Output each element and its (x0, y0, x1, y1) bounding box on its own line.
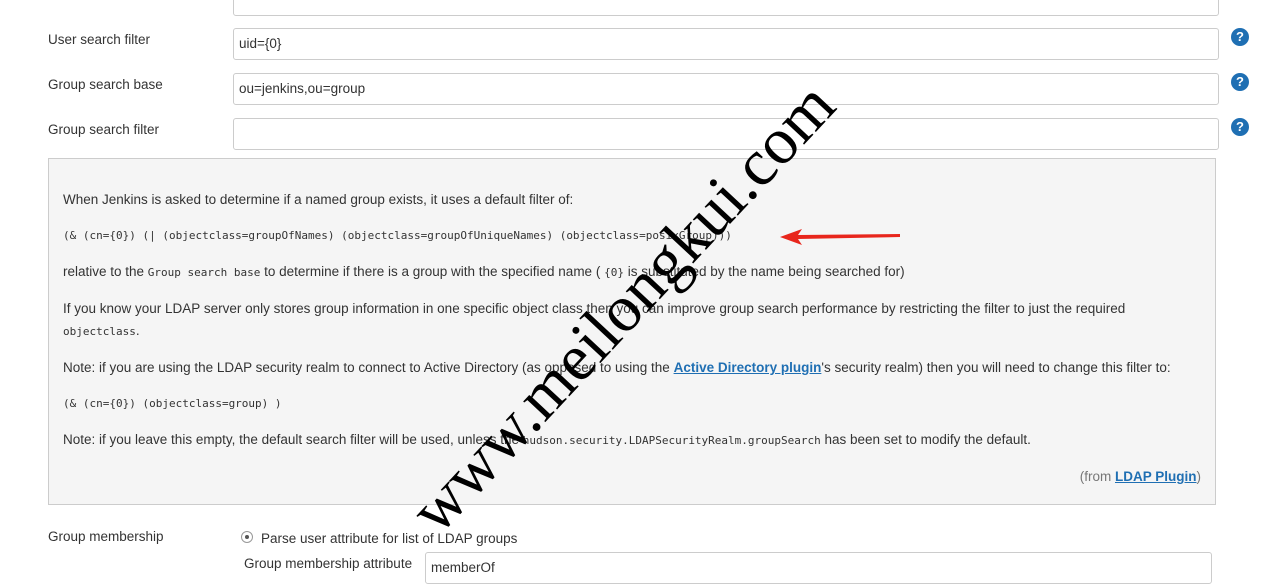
ad-filter-code: (& (cn={0}) (objectclass=group) ) (63, 397, 282, 410)
text: (from (1079, 469, 1115, 484)
group-search-filter-label: Group search filter (48, 122, 160, 137)
code: {0} (604, 266, 624, 279)
red-arrow-annotation (780, 229, 900, 245)
text: to determine if there is a group with th… (260, 264, 605, 279)
group-membership-attribute-label: Group membership attribute (244, 556, 413, 571)
help-text: If you know your LDAP server only stores… (63, 298, 1201, 343)
code: objectclass (63, 325, 136, 338)
user-search-filter-label: User search filter (48, 32, 151, 47)
help-text: Note: if you leave this empty, the defau… (63, 429, 1201, 452)
top-input-partial[interactable] (233, 0, 1219, 16)
radio-label: Parse user attribute for list of LDAP gr… (261, 531, 518, 546)
group-search-base-input[interactable]: ou=jenkins,ou=group (233, 73, 1219, 105)
text: is substituted by the name being searche… (623, 264, 905, 279)
default-filter-code: (& (cn={0}) (| (objectclass=groupOfNames… (63, 229, 732, 242)
group-membership-attribute-input[interactable]: memberOf (425, 552, 1212, 584)
radio-parse-user-attribute[interactable] (241, 531, 253, 543)
question-circle-icon[interactable]: ? (1231, 28, 1249, 46)
question-circle-icon[interactable]: ? (1231, 73, 1249, 91)
text: relative to the (63, 264, 148, 279)
help-text: When Jenkins is asked to determine if a … (63, 192, 574, 207)
text: Note: if you leave this empty, the defau… (63, 432, 523, 447)
text: If you know your LDAP server only stores… (63, 301, 1126, 316)
group-search-filter-input[interactable] (233, 118, 1219, 150)
group-search-base-label: Group search base (48, 77, 163, 92)
group-membership-label: Group membership (48, 529, 164, 544)
help-text: relative to the Group search base to det… (63, 261, 1201, 284)
question-circle-icon[interactable]: ? (1231, 118, 1249, 136)
user-search-filter-input[interactable]: uid={0} (233, 28, 1219, 60)
text: ) (1196, 469, 1202, 484)
help-source: (from LDAP Plugin) (63, 466, 1201, 488)
text: Note: if you are using the LDAP security… (63, 360, 674, 375)
ldap-plugin-link[interactable]: LDAP Plugin (1115, 469, 1197, 484)
help-text: Note: if you are using the LDAP security… (63, 357, 1201, 379)
active-directory-plugin-link[interactable]: Active Directory plugin (674, 360, 822, 375)
text: 's security realm) then you will need to… (821, 360, 1171, 375)
code: Group search base (147, 266, 261, 279)
text: has been set to modify the default. (820, 432, 1031, 447)
text: . (135, 323, 140, 338)
code: hudson.security.LDAPSecurityRealm.groupS… (522, 434, 821, 447)
help-panel: When Jenkins is asked to determine if a … (48, 158, 1216, 505)
